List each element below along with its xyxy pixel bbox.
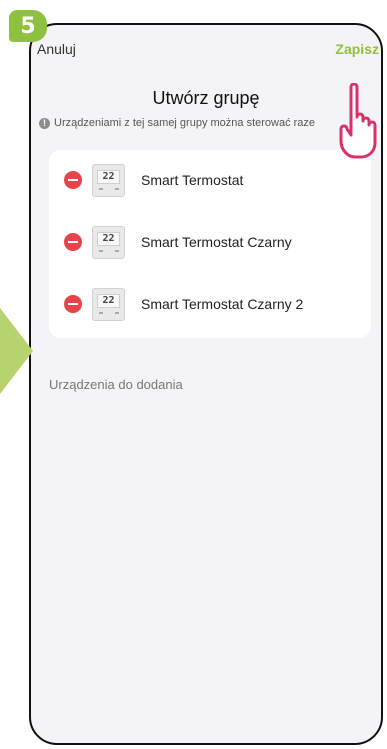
section-label: Urządzenia do dodania <box>49 377 183 392</box>
remove-icon[interactable] <box>64 295 82 313</box>
thermostat-display: 22 <box>97 293 120 308</box>
thermostat-icon: 22 <box>92 287 125 321</box>
group-hint: ! Urządzeniami z tej samej grupy można s… <box>39 117 379 129</box>
cancel-button[interactable]: Anuluj <box>37 41 76 57</box>
info-icon: ! <box>39 117 50 129</box>
thermostat-icon: 22 <box>92 163 125 197</box>
list-item: 22 Smart Termostat Czarny <box>49 222 371 262</box>
list-item: 22 Smart Termostat <box>49 160 371 200</box>
remove-icon[interactable] <box>64 171 82 189</box>
pointing-hand-icon <box>339 83 377 159</box>
remove-icon[interactable] <box>64 233 82 251</box>
thermostat-icon: 22 <box>92 225 125 259</box>
device-name: Smart Termostat Czarny 2 <box>141 296 304 312</box>
list-item: 22 Smart Termostat Czarny 2 <box>49 284 371 324</box>
device-name: Smart Termostat <box>141 172 244 188</box>
page-title: Utwórz grupę <box>152 88 260 108</box>
hint-text: Urządzeniami z tej samej grupy można ste… <box>54 117 316 129</box>
device-name: Smart Termostat Czarny <box>141 234 292 250</box>
thermostat-display: 22 <box>97 169 120 184</box>
step-badge: 5 <box>9 10 47 42</box>
save-button[interactable]: Zapisz <box>335 41 379 57</box>
phone-frame: Anuluj Zapisz Utwórz grupę ! Urządzeniam… <box>29 23 383 745</box>
thermostat-display: 22 <box>97 231 120 246</box>
group-device-list: 22 Smart Termostat 22 Smart Termostat Cz… <box>49 150 371 338</box>
side-arrow-icon <box>0 308 33 394</box>
